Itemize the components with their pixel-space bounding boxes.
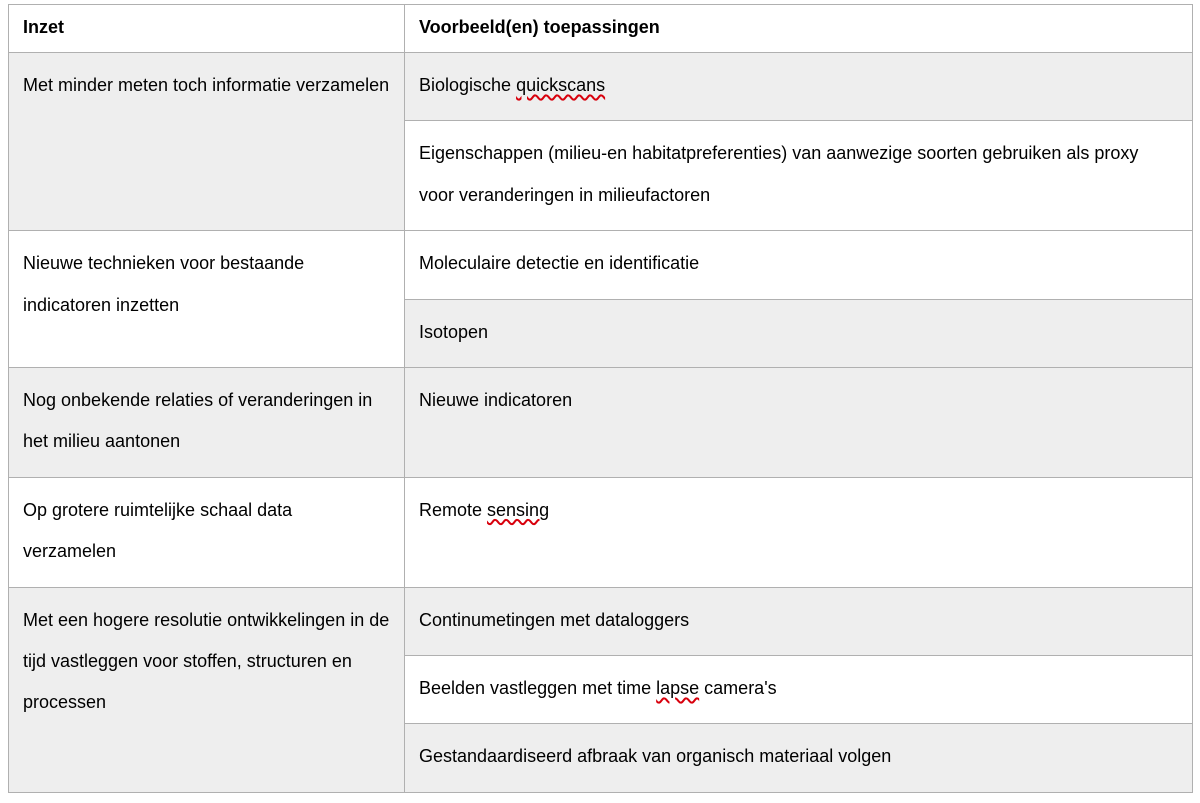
voorbeeld-cell: Nieuwe indicatoren bbox=[405, 367, 1193, 477]
table-row: Met een hogere resolutie ontwikkelingen … bbox=[9, 587, 1193, 655]
voorbeeld-cell: Remote sensing bbox=[405, 477, 1193, 587]
table-row: Op grotere ruimtelijke schaal data verza… bbox=[9, 477, 1193, 587]
voorbeeld-text: Isotopen bbox=[419, 322, 488, 342]
voorbeeld-cell: Eigenschappen (milieu-en habitatpreferen… bbox=[405, 121, 1193, 231]
spellcheck-word: quickscans bbox=[516, 75, 605, 95]
voorbeeld-text: Remote bbox=[419, 500, 487, 520]
table-row: Met minder meten toch informatie verzame… bbox=[9, 53, 1193, 121]
voorbeeld-cell: Moleculaire detectie en identificatie bbox=[405, 231, 1193, 299]
voorbeeld-text: Biologische bbox=[419, 75, 516, 95]
voorbeeld-cell: Isotopen bbox=[405, 299, 1193, 367]
table-header-row: Inzet Voorbeeld(en) toepassingen bbox=[9, 5, 1193, 53]
voorbeeld-cell: Biologische quickscans bbox=[405, 53, 1193, 121]
voorbeeld-text: Beelden vastleggen met time bbox=[419, 678, 656, 698]
voorbeeld-text: Gestandaardiseerd afbraak van organisch … bbox=[419, 746, 891, 766]
inzet-cell: Met minder meten toch informatie verzame… bbox=[9, 53, 405, 231]
spellcheck-word: lapse bbox=[656, 678, 699, 698]
voorbeeld-text: Eigenschappen (milieu-en habitatpreferen… bbox=[419, 143, 1138, 204]
spellcheck-word: sensing bbox=[487, 500, 549, 520]
inzet-cell: Nog onbekende relaties of veranderingen … bbox=[9, 367, 405, 477]
voorbeeld-text: Continumetingen met dataloggers bbox=[419, 610, 689, 630]
table-row: Nieuwe technieken voor bestaande indicat… bbox=[9, 231, 1193, 299]
voorbeeld-text: Moleculaire detectie en identificatie bbox=[419, 253, 699, 273]
voorbeeld-text: camera's bbox=[699, 678, 776, 698]
voorbeeld-cell: Continumetingen met dataloggers bbox=[405, 587, 1193, 655]
voorbeeld-text: Nieuwe indicatoren bbox=[419, 390, 572, 410]
voorbeeld-cell: Beelden vastleggen met time lapse camera… bbox=[405, 655, 1193, 723]
voorbeeld-cell: Gestandaardiseerd afbraak van organisch … bbox=[405, 724, 1193, 792]
header-voorbeelden: Voorbeeld(en) toepassingen bbox=[405, 5, 1193, 53]
data-table: Inzet Voorbeeld(en) toepassingen Met min… bbox=[8, 4, 1193, 793]
inzet-cell: Met een hogere resolutie ontwikkelingen … bbox=[9, 587, 405, 792]
header-inzet: Inzet bbox=[9, 5, 405, 53]
inzet-cell: Op grotere ruimtelijke schaal data verza… bbox=[9, 477, 405, 587]
inzet-cell: Nieuwe technieken voor bestaande indicat… bbox=[9, 231, 405, 368]
table-row: Nog onbekende relaties of veranderingen … bbox=[9, 367, 1193, 477]
